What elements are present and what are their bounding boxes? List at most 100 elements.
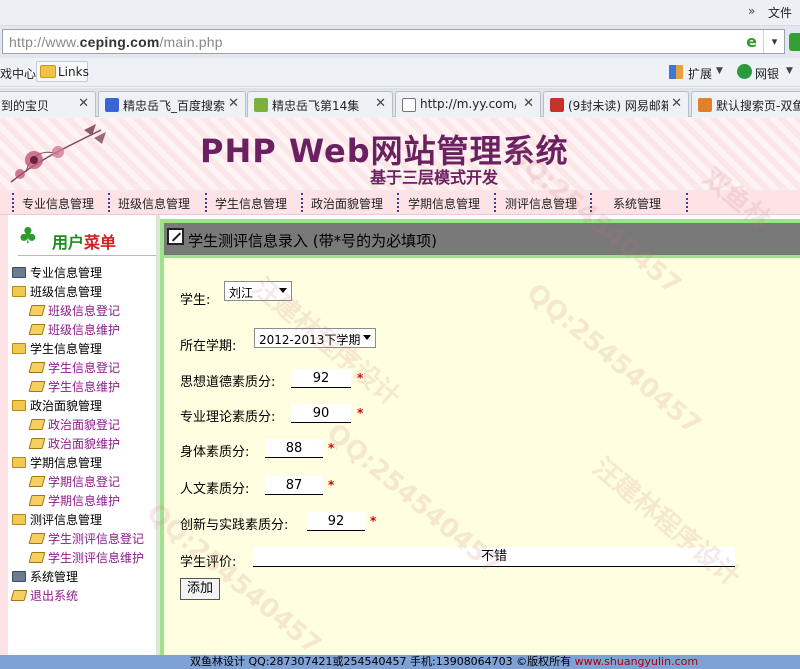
nav-separator: [686, 193, 688, 212]
professional-score-label: 专业理论素质分:: [180, 410, 276, 425]
innovation-score-input[interactable]: 92: [307, 512, 365, 531]
search-page-icon: [698, 98, 712, 112]
sidebar-item-student-mgmt[interactable]: 学生信息管理: [12, 340, 102, 357]
physical-score-input[interactable]: 88: [265, 439, 323, 458]
page-icon: [28, 495, 46, 506]
sidebar-item-semester-register[interactable]: 学期信息登记: [28, 473, 120, 490]
sidebar-item-logout[interactable]: 退出系统: [10, 587, 78, 604]
browser-tab[interactable]: 默认搜索页-双鱼: [691, 91, 800, 117]
tab-title: (9封未读) 网易邮箱: [568, 99, 668, 113]
file-menu[interactable]: 文件: [768, 4, 792, 21]
footer: 双鱼林设计 QQ:287307421或254540457 手机:13908064…: [0, 655, 800, 669]
sidebar: ♣ 用户菜单 专业信息管理 班级信息管理 班级信息登记 班级信息维护 学生信息管…: [8, 215, 158, 655]
nav-item-political[interactable]: 政治面貌管理: [311, 195, 383, 212]
chevron-down-icon[interactable]: ▼: [786, 66, 793, 76]
page-icon: [28, 438, 46, 449]
online-bank-icon[interactable]: [737, 64, 752, 79]
moral-score-input[interactable]: 92: [291, 369, 351, 388]
links-folder-button[interactable]: Links: [36, 61, 89, 82]
browser-tab[interactable]: 精忠岳飞第14集 ✕: [247, 91, 393, 117]
close-icon[interactable]: ✕: [78, 96, 89, 111]
chevron-down-icon: [363, 335, 371, 340]
sidebar-item-evaluation-maintain[interactable]: 学生测评信息维护: [28, 549, 144, 566]
sidebar-item-class-register[interactable]: 班级信息登记: [28, 302, 120, 319]
video-site-icon: [254, 98, 268, 112]
sidebar-item-semester-mgmt[interactable]: 学期信息管理: [12, 454, 102, 471]
close-icon[interactable]: ✕: [375, 96, 386, 111]
innovation-score-label: 创新与实践素质分:: [180, 518, 289, 533]
folder-icon: [40, 65, 56, 78]
page-icon: [10, 590, 28, 601]
student-select[interactable]: 刘江: [224, 281, 292, 301]
site-subtitle: 基于三层模式开发: [370, 168, 499, 187]
browser-tab[interactable]: 到的宝贝 ✕: [0, 91, 96, 117]
favorites-item-game-center[interactable]: 戏中心: [0, 65, 36, 82]
sidebar-item-class-maintain[interactable]: 班级信息维护: [28, 321, 120, 338]
nav-item-student[interactable]: 学生信息管理: [215, 195, 287, 212]
online-bank-button[interactable]: 网银: [755, 65, 779, 82]
favorites-bar: 戏中心 Links 扩展 ▼ 网银 ▼: [0, 58, 800, 87]
sidebar-item-political-register[interactable]: 政治面貌登记: [28, 416, 120, 433]
browser-tab[interactable]: 精忠岳飞_百度搜索 ✕: [98, 91, 246, 117]
extensions-icon[interactable]: [669, 65, 683, 79]
links-label: Links: [58, 65, 89, 79]
student-label: 学生:: [180, 293, 211, 308]
professional-score-input[interactable]: 90: [291, 404, 351, 423]
evaluation-entry-form: 学生测评信息录入 (带*号的为必填项) 学生: 刘江 所在学期: 2012-20…: [160, 219, 800, 669]
close-icon[interactable]: ✕: [671, 96, 682, 111]
sidebar-item-political-mgmt[interactable]: 政治面貌管理: [12, 397, 102, 414]
close-icon[interactable]: ✕: [228, 96, 239, 111]
address-bar-row: http://www.ceping.com/main.php e ▾: [0, 26, 800, 58]
page-icon: [28, 305, 46, 316]
tab-title: 精忠岳飞_百度搜索: [123, 99, 226, 113]
sidebar-item-class-mgmt[interactable]: 班级信息管理: [12, 283, 102, 300]
compat-mode-icon[interactable]: e: [743, 33, 760, 50]
semester-select[interactable]: 2012-2013下学期: [254, 328, 376, 348]
form-header-underline: [164, 255, 800, 258]
go-icon[interactable]: [789, 33, 800, 51]
add-button[interactable]: 添加: [180, 578, 220, 600]
address-dropdown-icon[interactable]: ▾: [763, 30, 785, 53]
paw-icon: [105, 98, 119, 112]
nav-item-major[interactable]: 专业信息管理: [22, 195, 94, 212]
nav-item-semester[interactable]: 学期信息管理: [408, 195, 480, 212]
browser-tab[interactable]: (9封未读) 网易邮箱 ✕: [543, 91, 689, 117]
sidebar-item-system-mgmt[interactable]: 系统管理: [12, 568, 78, 585]
sidebar-item-student-register[interactable]: 学生信息登记: [28, 359, 120, 376]
address-bar[interactable]: http://www.ceping.com/main.php e ▾: [2, 29, 785, 54]
browser-menu-strip: » 文件: [0, 0, 800, 26]
address-url[interactable]: http://www.ceping.com/main.php: [9, 34, 223, 50]
evaluation-input[interactable]: 不错: [253, 547, 735, 567]
page-icon: [28, 381, 46, 392]
system-icon: [12, 571, 26, 582]
sidebar-item-semester-maintain[interactable]: 学期信息维护: [28, 492, 120, 509]
menu-overflow-chevron[interactable]: »: [748, 4, 755, 18]
footer-link[interactable]: www.shuangyulin.com: [575, 655, 698, 668]
sidebar-header-divider: [18, 255, 158, 256]
close-icon[interactable]: ✕: [523, 96, 534, 111]
student-select-value: 刘江: [229, 286, 254, 300]
sidebar-item-political-maintain[interactable]: 政治面貌维护: [28, 435, 120, 452]
sidebar-item-evaluation-register[interactable]: 学生测评信息登记: [28, 530, 144, 547]
humanities-score-input[interactable]: 87: [265, 476, 323, 495]
system-icon: [12, 267, 26, 278]
form-header: 学生测评信息录入 (带*号的为必填项): [164, 223, 800, 255]
tab-strip: 到的宝贝 ✕ 精忠岳飞_百度搜索 ✕ 精忠岳飞第14集 ✕ http://m.y…: [0, 88, 800, 117]
sidebar-item-major-mgmt[interactable]: 专业信息管理: [12, 264, 102, 281]
extensions-button[interactable]: 扩展: [688, 65, 712, 82]
nav-separator: [301, 193, 303, 212]
mail-icon: [550, 98, 564, 112]
nav-item-class[interactable]: 班级信息管理: [118, 195, 190, 212]
folder-icon: [12, 286, 26, 297]
sidebar-item-student-maintain[interactable]: 学生信息维护: [28, 378, 120, 395]
folder-icon: [12, 343, 26, 354]
sidebar-item-evaluation-mgmt[interactable]: 测评信息管理: [12, 511, 102, 528]
chevron-down-icon[interactable]: ▼: [716, 66, 723, 76]
browser-tab[interactable]: http://m.yy.com/… ✕: [395, 91, 541, 117]
required-mark: *: [357, 371, 364, 385]
nav-item-evaluation[interactable]: 测评信息管理: [505, 195, 577, 212]
form-title: 学生测评信息录入 (带*号的为必填项): [188, 232, 437, 250]
nav-item-system[interactable]: 系统管理: [613, 195, 661, 212]
required-mark: *: [370, 514, 377, 528]
semester-select-value: 2012-2013下学期: [259, 333, 361, 347]
